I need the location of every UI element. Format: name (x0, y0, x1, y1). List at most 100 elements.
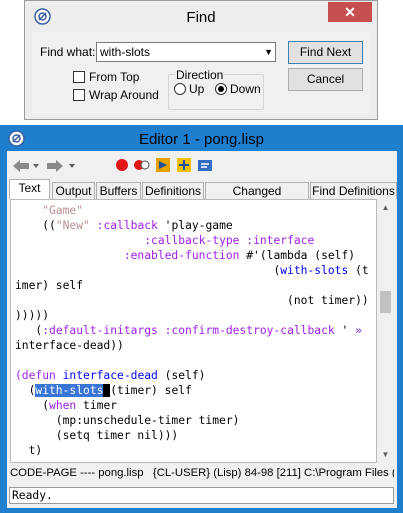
code-token: :enabled-function (123, 249, 240, 262)
code-token: (mp:unschedule-timer timer) (15, 414, 240, 427)
code-token: #'(lambda (self) (239, 249, 356, 262)
editor-window: Editor 1 - pong.lisp Text Output Buffers… (0, 125, 403, 513)
scroll-down-icon[interactable]: ▼ (377, 446, 394, 463)
tab-changed-definitions[interactable]: Changed Definitions (205, 182, 309, 214)
direction-down-label[interactable]: Down (230, 82, 261, 96)
editor-client: Text Output Buffers Definitions Changed … (7, 151, 397, 508)
editor-toolbar (7, 153, 397, 179)
breakpoint-icon[interactable] (114, 157, 130, 173)
code-token: :interface (246, 234, 315, 247)
wrap-around-checkbox[interactable] (73, 89, 85, 101)
code-line[interactable]: (setq timer nil))) (15, 428, 178, 443)
code-token: ( (15, 324, 43, 337)
forward-arrow-icon[interactable] (45, 159, 77, 173)
mode-line: CODE-PAGE ---- pong.lisp {CL-USER} (Lisp… (10, 467, 394, 479)
code-token: ' (334, 324, 356, 337)
tab-find-definitions[interactable]: Find Definitions (310, 182, 397, 199)
code-line[interactable]: (when timer (15, 398, 117, 413)
wrap-around-label[interactable]: Wrap Around (89, 88, 159, 102)
editor-tabs: Text Output Buffers Definitions Changed … (7, 179, 397, 214)
code-line[interactable]: :enabled-function #'(lambda (self) (15, 248, 355, 263)
code-token: interface-dead)) (15, 339, 124, 352)
code-line[interactable]: (with-slots (timer) self (15, 383, 192, 398)
code-line[interactable]: "Game" (15, 203, 83, 218)
code-token: (t (348, 264, 376, 277)
record-icon[interactable] (133, 157, 151, 173)
find-next-button[interactable]: Find Next (288, 41, 363, 64)
code-token: (timer) self (110, 384, 192, 397)
search-match-highlight: with-slots (35, 384, 104, 397)
code-token: imer) self (15, 279, 84, 292)
find-what-input[interactable]: with-slots (100, 45, 150, 59)
code-line[interactable]: (defun interface-dead (self) (15, 368, 205, 383)
direction-down-radio[interactable] (215, 83, 227, 95)
find-dialog-body: Find what: with-slots ▼ Find Next Cancel… (32, 32, 370, 114)
code-line[interactable]: (mp:unschedule-timer timer) (15, 413, 240, 428)
code-line[interactable]: t) (15, 443, 43, 458)
back-arrow-icon[interactable] (11, 159, 41, 173)
line-continuation-icon: » (355, 324, 362, 337)
editor-titlebar[interactable]: Editor 1 - pong.lisp (0, 125, 403, 151)
tab-output[interactable]: Output (52, 182, 95, 199)
code-token: (setq timer nil))) (15, 429, 179, 442)
code-token: 'play-game (157, 219, 233, 232)
code-token: :callback-type (144, 234, 240, 247)
step-icon[interactable] (154, 156, 172, 174)
code-token: :confirm-destroy-callback (164, 324, 335, 337)
code-line[interactable]: (with-slots (t » (15, 263, 376, 278)
cancel-button[interactable]: Cancel (288, 68, 363, 91)
inspect-icon[interactable] (175, 156, 193, 174)
direction-up-radio[interactable] (174, 83, 186, 95)
code-token: when (49, 399, 77, 412)
vertical-scrollbar[interactable]: ▲ ▼ (377, 199, 394, 463)
code-line[interactable]: (not timer)) » (15, 293, 376, 308)
chevron-down-icon[interactable]: ▼ (264, 47, 273, 57)
code-token: (defun (15, 369, 56, 382)
code-token: t) (15, 444, 43, 457)
tab-buffers[interactable]: Buffers (96, 182, 141, 199)
code-token: (not timer)) (15, 294, 376, 307)
code-token: "Game" (42, 204, 84, 217)
code-line[interactable]: (("New" :callback 'play-game (15, 218, 233, 233)
scroll-up-icon[interactable]: ▲ (377, 199, 394, 216)
find-what-combobox[interactable]: with-slots ▼ (96, 42, 276, 62)
direction-up-label[interactable]: Up (189, 82, 204, 96)
find-dialog-titlebar[interactable]: Find ✕ (25, 1, 377, 32)
code-token: ( (15, 399, 50, 412)
code-line[interactable]: (:default-initargs :confirm-destroy-call… (15, 323, 362, 338)
code-token: :callback (96, 219, 158, 232)
direction-label: Direction (175, 68, 225, 82)
code-token: ( (15, 384, 36, 397)
close-button[interactable]: ✕ (328, 2, 372, 22)
tools-icon[interactable] (196, 156, 214, 174)
scrollbar-thumb[interactable] (380, 291, 391, 313)
tab-text[interactable]: Text (9, 179, 50, 199)
code-token: (self) (157, 369, 206, 382)
code-line[interactable]: :callback-type :interface (15, 233, 314, 248)
code-token: timer (76, 399, 118, 412)
code-token: (( (15, 219, 56, 232)
code-token: with-slots (280, 264, 349, 277)
from-top-checkbox[interactable] (73, 71, 85, 83)
code-token: "New" (55, 219, 90, 232)
code-line[interactable]: ))))) (15, 308, 49, 323)
code-token: interface-dead (62, 369, 158, 382)
find-dialog: Find ✕ Find what: with-slots ▼ Find Next… (24, 0, 378, 120)
echo-area[interactable]: Ready. (9, 487, 394, 504)
code-token: :default-initargs (42, 324, 158, 337)
find-what-label: Find what: (40, 45, 96, 59)
code-line[interactable]: interface-dead)) (15, 338, 124, 353)
code-editor-pane[interactable]: "Game" (("New" :callback 'play-game :cal… (10, 199, 377, 463)
code-line[interactable]: imer) self (15, 278, 83, 293)
tab-definitions[interactable]: Definitions (142, 182, 204, 199)
from-top-label[interactable]: From Top (89, 70, 139, 84)
code-token: ))))) (15, 309, 50, 322)
